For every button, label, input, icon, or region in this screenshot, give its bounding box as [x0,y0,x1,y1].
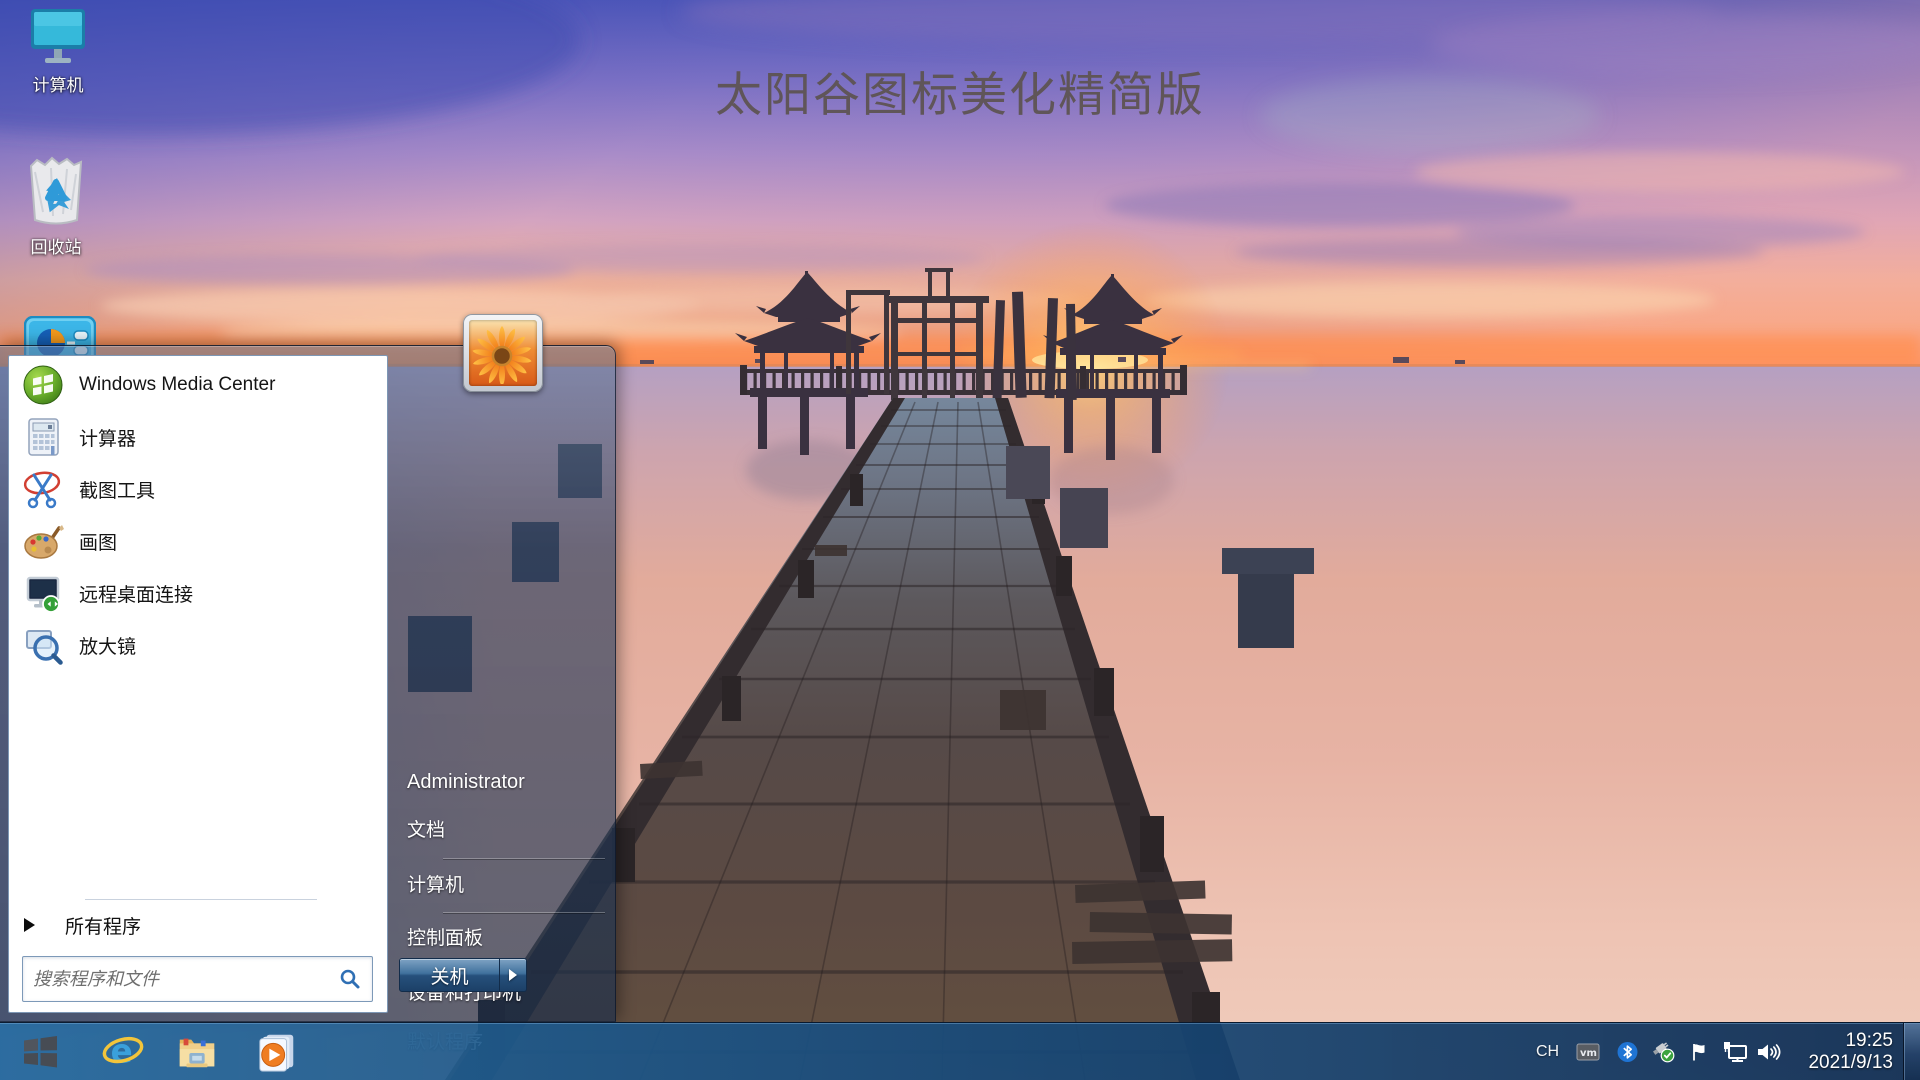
volume-icon[interactable] [1756,1041,1781,1063]
desktop-icon-label: 回收站 [30,238,82,257]
all-programs-label: 所有程序 [65,916,142,938]
menu-item-magnifier[interactable]: 放大镜 [11,619,385,671]
search-icon [340,969,360,989]
taskbar-internet-explorer[interactable]: e [101,1030,145,1074]
place-computer[interactable]: 计算机 [407,874,464,898]
desktop-icon-label: 计算机 [32,76,84,95]
places-divider [443,858,605,859]
language-indicator[interactable]: CH [1536,1043,1559,1061]
search-box[interactable] [22,956,373,1002]
user-name[interactable]: Administrator [407,770,525,794]
right-arrow-icon [509,969,517,981]
places-divider [443,912,605,913]
desktop: 太阳谷图标美化精简版 计算机 回收站 Windows Media Center … [0,0,1920,1080]
menu-item-label: 放大镜 [79,636,137,658]
avatar-flower-image [469,320,537,386]
user-avatar[interactable] [463,314,543,392]
computer-monitor-icon [31,9,85,63]
menu-item-label: 截图工具 [79,480,156,502]
menu-separator [85,899,317,900]
vmware-tools-icon[interactable]: vm [1576,1043,1600,1061]
menu-item-label: 画图 [79,532,118,554]
place-control-panel[interactable]: 控制面板 [407,927,483,951]
menu-item-label: Windows Media Center [79,374,276,395]
place-documents[interactable]: 文档 [407,819,445,843]
shutdown-button[interactable]: 关机 [399,958,500,992]
menu-item-paint[interactable]: 画图 [11,515,385,567]
start-button[interactable] [18,1030,62,1074]
taskbar-file-explorer[interactable] [175,1030,219,1074]
shutdown-control: 关机 [399,958,527,992]
desktop-icon-recycle-bin[interactable]: 回收站 [4,152,108,258]
menu-item-snipping-tool[interactable]: 截图工具 [11,463,385,515]
bluetooth-icon[interactable] [1617,1041,1638,1062]
windows-media-center-icon [23,365,63,405]
menu-item-label: 远程桌面连接 [79,584,194,606]
menu-item-windows-media-center[interactable]: Windows Media Center [11,359,385,411]
show-desktop-button[interactable] [1903,1023,1920,1080]
clock[interactable]: 19:25 2021/9/13 [1790,1023,1893,1080]
wallpaper-title: 太阳谷图标美化精简版 [715,68,1205,121]
taskbar: e CH vm 19:25 2021/9/13 [0,1022,1920,1080]
snipping-tool-icon [23,471,61,509]
remote-desktop-icon [26,576,60,613]
calculator-icon [28,418,59,456]
menu-item-remote-desktop[interactable]: 远程桌面连接 [11,567,385,619]
desktop-icon-computer[interactable]: 计算机 [6,6,110,96]
clock-time: 19:25 [1845,1029,1893,1051]
all-programs-arrow-icon [24,918,35,932]
taskbar-windows-media-player[interactable] [255,1030,299,1074]
clock-date: 2021/9/13 [1808,1051,1893,1073]
shutdown-label: 关机 [430,966,469,988]
recycle-bin-icon [29,156,83,225]
svg-text:vm: vm [1580,1048,1597,1059]
search-input[interactable] [23,968,339,990]
menu-item-label: 计算器 [79,428,137,450]
start-menu-places-panel: Administrator 文档 计算机 控制面板 设备和打印机 默认程序 运行… [390,314,615,1053]
windows-flag-icon [24,1036,57,1068]
windows-media-player-icon [259,1034,294,1072]
start-menu-programs-panel: Windows Media Center 计算器 截图工具 画图 远程桌面连接 … [8,355,388,1013]
start-menu: Windows Media Center 计算器 截图工具 画图 远程桌面连接 … [0,314,616,1053]
internet-explorer-icon: e [102,1033,144,1071]
magnifier-icon [26,630,63,665]
folder-icon [179,1038,215,1068]
menu-item-calculator[interactable]: 计算器 [11,411,385,463]
usb-safely-remove-icon[interactable] [1652,1041,1676,1063]
all-programs-item[interactable]: 所有程序 [9,904,385,946]
shutdown-options-arrow[interactable] [500,958,527,992]
network-icon[interactable] [1723,1041,1749,1063]
paint-palette-icon [24,525,64,559]
action-center-flag-icon[interactable] [1690,1041,1710,1062]
